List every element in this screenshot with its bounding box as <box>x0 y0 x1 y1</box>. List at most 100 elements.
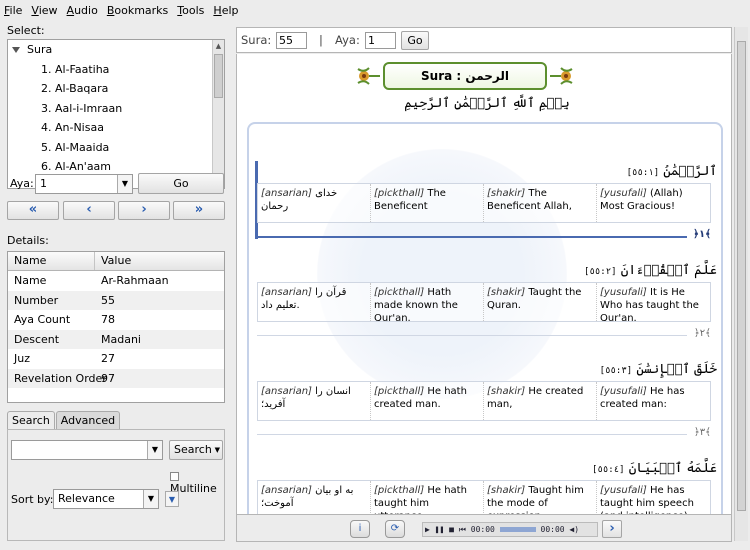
expand-triangle-icon[interactable] <box>12 47 20 53</box>
left-pane: Select: Sura 1. Al-Faatiha 2. Al-Baqara … <box>0 20 234 550</box>
aya-arabic: [٥٥:٢] عَلَّمَ ٱلۡقُرۡءَانَ <box>253 260 717 282</box>
table-row: Juz 27 <box>8 349 224 369</box>
tree-scrollbar[interactable]: ▲ ▼ <box>212 40 224 188</box>
aya-reference: [٥٥:٢] <box>584 267 617 277</box>
translator-tag: [shakir] <box>487 287 529 298</box>
aya-number-input[interactable]: 1 <box>365 32 396 49</box>
column-header-value[interactable]: Value <box>95 252 131 270</box>
aya-number-marker: ﴿٣﴾ <box>693 427 711 438</box>
translator-tag: [yusufali] <box>600 188 650 199</box>
volume-icon[interactable]: ◀) <box>569 525 579 534</box>
refresh-button-icon[interactable]: ⟳ <box>385 520 405 538</box>
chevron-down-icon[interactable]: ▼ <box>147 441 162 459</box>
tree-item[interactable]: 1. Al-Faatiha <box>8 60 224 80</box>
chevron-down-icon[interactable]: ▼ <box>215 441 220 459</box>
menu-bar: File View Audio Bookmarks Tools Help <box>0 0 750 20</box>
menu-audio[interactable]: Audio <box>67 4 98 17</box>
aya-translations: [ansarian] قرآن را تعلیم داد. [pickthall… <box>257 282 711 322</box>
first-sura-button[interactable]: « <box>7 201 59 220</box>
sura-number-input[interactable]: 55 <box>276 32 307 49</box>
aya-separator: ﴿١﴾ <box>257 227 711 245</box>
checkbox-icon[interactable] <box>170 471 179 481</box>
aya-translations: [ansarian] انسان را آفرید؛ [pickthall] H… <box>257 381 711 421</box>
info-button-icon[interactable]: i <box>350 520 370 538</box>
sort-by-combo[interactable]: Relevance ▼ <box>53 489 159 509</box>
floral-ornament-icon <box>357 67 380 85</box>
last-sura-button[interactable]: » <box>173 201 225 220</box>
content-scrollbar[interactable] <box>734 27 748 541</box>
translation-pickthall: [pickthall] He hath taught him utterance… <box>371 481 484 514</box>
translation-yusufali: [yusufali] It is He Who has taught the Q… <box>597 283 710 321</box>
menu-tools[interactable]: Tools <box>177 4 204 17</box>
translation-shakir: [shakir] Taught him the mode of expressi… <box>484 481 597 514</box>
scroll-up-arrow-icon[interactable]: ▲ <box>214 41 223 52</box>
aya-reference: [٥٥:٤] <box>592 465 625 475</box>
cell-value: 27 <box>101 352 115 365</box>
aya-block[interactable]: [٥٥:٣] خَلَقَ ٱلۡإِنسَٰنَ [ansarian] انس… <box>253 359 717 443</box>
translation-pickthall: [pickthall] He hath created man. <box>371 382 484 420</box>
sura-tree[interactable]: Sura 1. Al-Faatiha 2. Al-Baqara 3. Aal-i… <box>7 39 225 189</box>
table-row: Name Ar-Rahmaan <box>8 271 224 291</box>
sura-header: Sura : الرحمن <box>355 62 575 92</box>
translation-yusufali: [yusufali] He has taught him speech (and… <box>597 481 710 514</box>
aya-selector-row: Aya: 1 ▼ Go <box>7 173 225 195</box>
column-header-name[interactable]: Name <box>8 252 95 270</box>
aya-arabic-text: خَلَقَ ٱلۡإِنسَٰنَ <box>636 362 717 377</box>
content-scroll-thumb[interactable] <box>737 41 746 511</box>
tree-root-sura[interactable]: Sura <box>8 40 224 60</box>
aya-label: Aya: <box>10 177 34 190</box>
aya-separator: ﴿٣﴾ <box>257 425 711 443</box>
cell-key: Number <box>14 293 59 307</box>
aya-block[interactable]: [٥٥:٢] عَلَّمَ ٱلۡقُرۡءَانَ [ansarian] ق… <box>253 260 717 344</box>
player-progress-bar[interactable] <box>499 527 536 532</box>
menu-view[interactable]: View <box>31 4 57 17</box>
aya-number-marker: ﴿٢﴾ <box>693 328 711 339</box>
aya-label: Aya: <box>335 33 360 47</box>
aya-separator: ﴿٢﴾ <box>257 326 711 344</box>
cell-key: Name <box>14 274 47 287</box>
audio-player[interactable]: ▶ ❚❚ ■ ⏮ 00:00 00:00 ◀) <box>422 522 598 537</box>
translator-tag: [yusufali] <box>600 485 650 496</box>
cell-key: Descent <box>14 332 60 346</box>
aya-combo[interactable]: 1 ▼ <box>35 174 133 194</box>
menu-help[interactable]: Help <box>213 4 238 17</box>
aya-block[interactable]: [٥٥:٤] عَلَّمَهُ ٱلۡبَيَانَ [ansarian] ب… <box>253 458 717 514</box>
table-row: Revelation Order 97 <box>8 368 224 388</box>
tab-search[interactable]: Search <box>7 411 55 429</box>
tree-item[interactable]: 4. An-Nisaa <box>8 118 224 138</box>
go-button[interactable]: Go <box>138 173 224 194</box>
player-time-end: 00:00 <box>540 525 565 534</box>
translator-tag: [pickthall] <box>374 287 428 298</box>
tree-item[interactable]: 2. Al-Baqara <box>8 79 224 99</box>
menu-file[interactable]: File <box>4 4 22 17</box>
tree-scroll-thumb[interactable] <box>214 54 223 98</box>
next-aya-button[interactable]: › <box>602 520 622 538</box>
toolbar-go-button[interactable]: Go <box>401 31 429 50</box>
search-button[interactable]: Search ▼ <box>169 440 223 460</box>
aya-number-marker: ﴿١﴾ <box>693 229 711 240</box>
tree-item[interactable]: 3. Aal-i-Imraan <box>8 99 224 119</box>
tab-advanced[interactable]: Advanced <box>55 411 121 429</box>
aya-combo-value: 1 <box>40 177 47 190</box>
sort-order-icon[interactable]: ▼ <box>165 491 179 507</box>
translator-tag: [ansarian] <box>261 188 316 199</box>
chevron-down-icon[interactable]: ▼ <box>143 490 158 508</box>
audio-bar: i ⟳ ▶ ❚❚ ■ ⏮ 00:00 00:00 ◀) › <box>236 514 732 542</box>
menu-bookmarks[interactable]: Bookmarks <box>107 4 168 17</box>
player-controls-icon[interactable]: ▶ ❚❚ ■ ⏮ <box>425 525 466 534</box>
translator-tag: [ansarian] <box>261 287 316 298</box>
cell-value: 55 <box>101 293 115 307</box>
table-row: Number 55 <box>8 290 224 310</box>
sort-by-value: Relevance <box>58 492 115 505</box>
aya-arabic: [٥٥:٣] خَلَقَ ٱلۡإِنسَٰنَ <box>253 359 717 381</box>
search-input[interactable]: ▼ <box>11 440 163 460</box>
tree-item[interactable]: 5. Al-Maaida <box>8 138 224 158</box>
next-sura-button[interactable]: › <box>118 201 170 220</box>
aya-block[interactable]: [٥٥:١] ٱلرَّحۡمَٰنُ [ansarian] خدای رحما… <box>253 161 717 245</box>
aya-reference: [٥٥:١] <box>626 168 660 178</box>
quran-view: Sura : الرحمن بِسۡمِ ٱللَّهِ ٱلرَّحۡمَٰن… <box>236 54 732 514</box>
translation-ansarian: [ansarian] خدای رحمان <box>258 184 371 222</box>
chevron-down-icon[interactable]: ▼ <box>117 175 132 193</box>
cell-value: Madani <box>101 332 141 346</box>
previous-sura-button[interactable]: ‹ <box>63 201 115 220</box>
